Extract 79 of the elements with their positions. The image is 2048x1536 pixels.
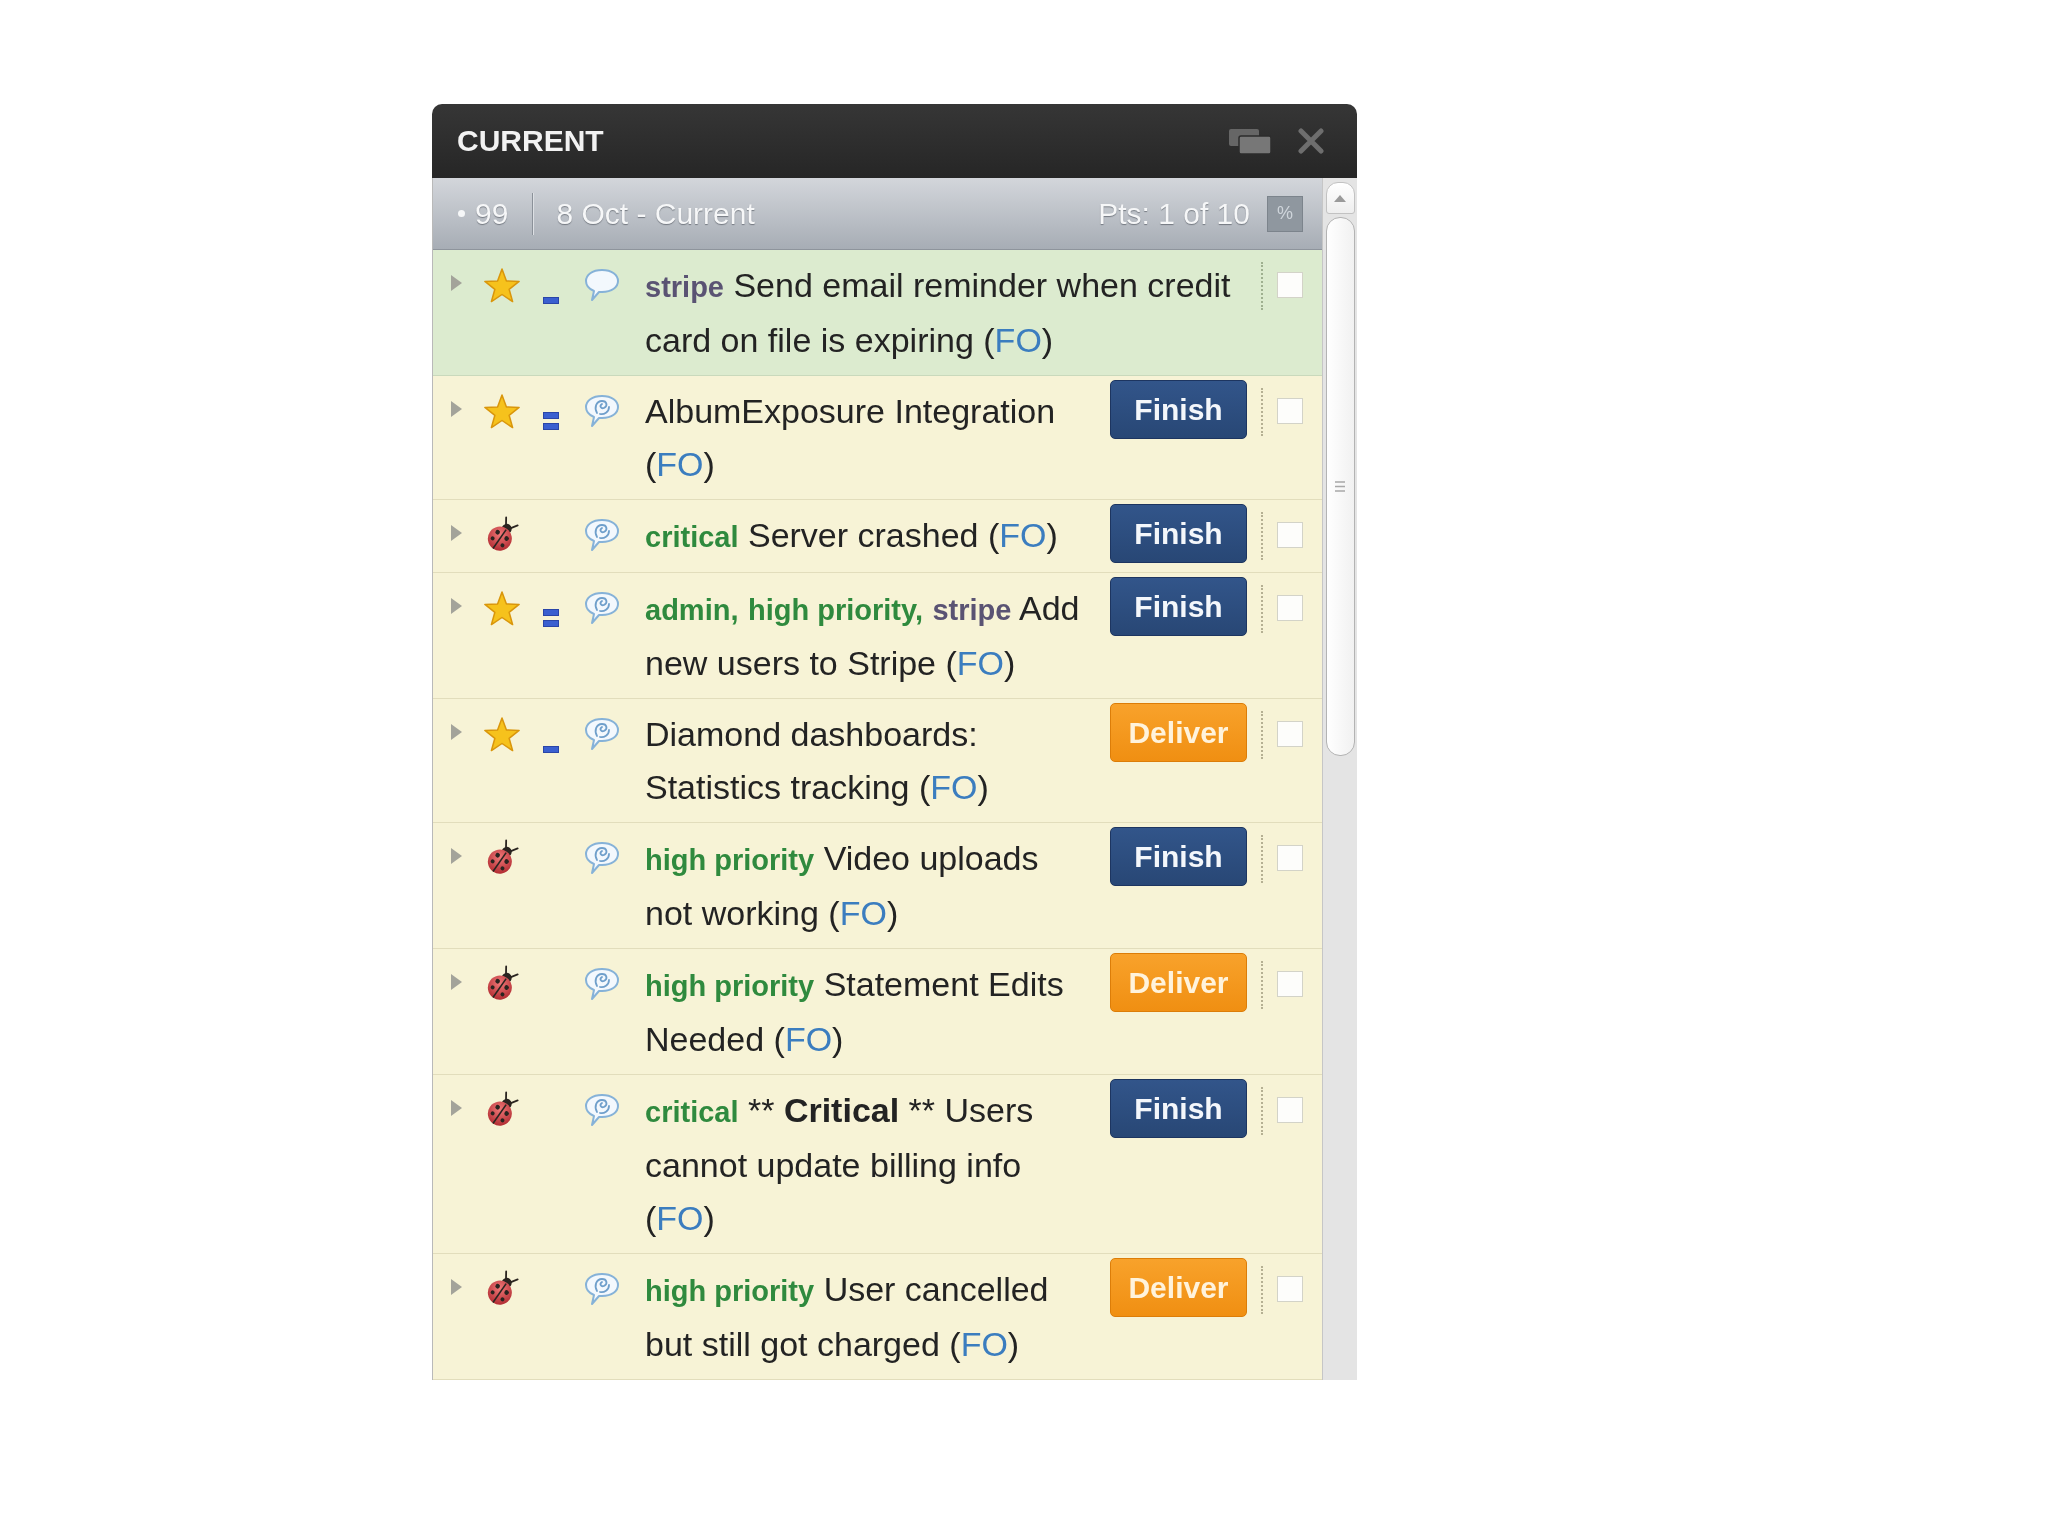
owner-link[interactable]: FO [999, 516, 1047, 554]
iteration-number: 99 [475, 196, 509, 231]
finish-button[interactable]: Finish [1110, 1079, 1247, 1138]
label-link[interactable]: admin, [645, 594, 739, 626]
owner-link[interactable]: FO [656, 445, 704, 483]
story-title: AlbumExposure Integration (FO) [645, 391, 1057, 485]
speech-bubble-icon[interactable] [584, 591, 620, 625]
close-icon[interactable] [1298, 128, 1324, 154]
star-icon [483, 591, 521, 626]
label-link[interactable]: stripe [932, 594, 1012, 626]
checkbox[interactable] [1277, 1276, 1303, 1302]
finish-button[interactable]: Finish [1110, 504, 1247, 563]
finish-button[interactable]: Finish [1110, 380, 1247, 439]
label-link[interactable]: high priority [645, 844, 815, 876]
percent-button[interactable]: % [1267, 195, 1303, 232]
star-icon [483, 717, 521, 752]
checkbox[interactable] [1277, 1097, 1303, 1123]
star-icon [483, 394, 521, 429]
checkbox[interactable] [1277, 272, 1303, 298]
checkbox[interactable] [1277, 971, 1303, 997]
points-summary: Pts: 1 of 10 [1098, 196, 1250, 231]
checkbox[interactable] [1277, 845, 1303, 871]
label-link[interactable]: stripe [645, 271, 724, 303]
star-icon [483, 268, 521, 303]
story-title: high priority Statement Edits Needed (FO) [645, 964, 1065, 1060]
story-title: stripe Send email reminder when credit card on file is expiring (FO) [645, 265, 1232, 361]
disclosure-triangle-icon[interactable] [450, 847, 463, 865]
story-title: critical ** Critical ** Users cannot update billing info (FO) [645, 1090, 1035, 1239]
disclosure-triangle-icon[interactable] [450, 597, 463, 615]
iteration-dates: 8 Oct - Current [556, 196, 755, 231]
checkbox[interactable] [1277, 721, 1303, 747]
windows-icon[interactable] [1229, 128, 1271, 154]
panel-title: CURRENT [457, 124, 604, 158]
disclosure-triangle-icon[interactable] [450, 400, 463, 418]
grip-icon [1335, 481, 1345, 492]
scrollbar-thumb[interactable] [1325, 217, 1355, 756]
checkbox[interactable] [1277, 522, 1303, 548]
label-link[interactable]: high priority [645, 970, 815, 1002]
story-title: high priority User cancelled but still got charged (FO) [645, 1269, 1050, 1365]
disclosure-triangle-icon[interactable] [450, 973, 463, 991]
checkbox[interactable] [1277, 595, 1303, 621]
speech-bubble-icon[interactable] [584, 1272, 620, 1306]
speech-bubble-icon[interactable] [584, 268, 620, 302]
label-link[interactable]: high priority, [747, 594, 923, 626]
finish-button[interactable]: Finish [1110, 827, 1247, 886]
disclosure-triangle-icon[interactable] [450, 524, 463, 542]
speech-bubble-icon[interactable] [584, 518, 620, 552]
label-link[interactable]: high priority [645, 1275, 815, 1307]
scrollbar-track[interactable] [1322, 178, 1357, 1380]
owner-link[interactable]: FO [956, 644, 1005, 682]
disclosure-triangle-icon[interactable] [450, 723, 463, 741]
checkbox[interactable] [1277, 398, 1303, 424]
owner-link[interactable]: FO [994, 321, 1042, 359]
dot-icon [458, 210, 465, 217]
deliver-button[interactable]: Deliver [1110, 953, 1247, 1012]
label-link[interactable]: critical [645, 521, 739, 553]
speech-bubble-icon[interactable] [584, 841, 620, 875]
owner-link[interactable]: FO [960, 1325, 1008, 1363]
disclosure-triangle-icon[interactable] [450, 1278, 463, 1296]
deliver-button[interactable]: Deliver [1110, 703, 1247, 762]
owner-link[interactable]: FO [930, 768, 978, 806]
finish-button[interactable]: Finish [1110, 577, 1247, 636]
speech-bubble-icon[interactable] [584, 394, 620, 428]
disclosure-triangle-icon[interactable] [450, 1099, 463, 1117]
owner-link[interactable]: FO [839, 894, 887, 932]
story-title: critical Server crashed (FO) [645, 515, 1059, 556]
owner-link[interactable]: FO [784, 1020, 833, 1058]
story-title: high priority Video uploads not working (FO) [645, 838, 1040, 934]
speech-bubble-icon[interactable] [584, 1093, 620, 1127]
disclosure-triangle-icon[interactable] [450, 274, 463, 292]
label-link[interactable]: critical [645, 1096, 739, 1128]
owner-link[interactable]: FO [656, 1199, 704, 1237]
story-title: Diamond dashboards: Statistics tracking (FO) [645, 714, 990, 808]
speech-bubble-icon[interactable] [584, 717, 620, 751]
arrow-up-icon [1334, 194, 1346, 202]
scroll-up-button[interactable] [1325, 182, 1355, 214]
story-title: admin, high priority, stripe Add new users to Stripe (FO) [645, 588, 1081, 684]
deliver-button[interactable]: Deliver [1110, 1258, 1247, 1317]
speech-bubble-icon[interactable] [584, 967, 620, 1001]
